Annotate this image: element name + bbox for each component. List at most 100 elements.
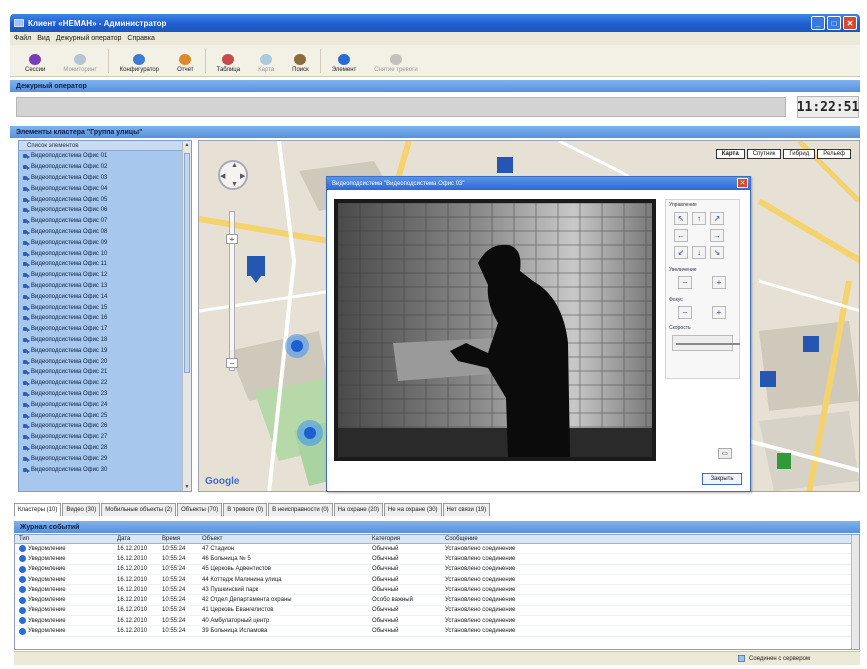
tree-item[interactable]: Видеоподсистема Офис 23 bbox=[19, 389, 191, 400]
toolbar-button-0[interactable]: Сессии bbox=[16, 46, 54, 76]
map-type-button[interactable]: Карта bbox=[715, 149, 745, 159]
map-type-button[interactable]: Гибрид bbox=[783, 149, 816, 159]
video-close-icon[interactable]: ✕ bbox=[737, 178, 748, 188]
menu-help[interactable]: Справка bbox=[127, 35, 154, 42]
menu-duty-operator[interactable]: Дежурный оператор bbox=[56, 35, 122, 42]
ptz-down-right-icon[interactable]: ↘ bbox=[710, 246, 724, 259]
tree-item[interactable]: Видеоподсистема Офис 20 bbox=[19, 356, 191, 367]
ptz-up-icon[interactable]: ↑ bbox=[692, 212, 706, 225]
ptz-down-left-icon[interactable]: ↙ bbox=[674, 246, 688, 259]
table-row[interactable]: Уведомление 16.12.2010 10:55:24 45 Церковь … bbox=[15, 565, 859, 575]
tab-0[interactable]: Кластеры (10) bbox=[14, 503, 62, 516]
toolbar-button-1[interactable]: Мониторинг bbox=[54, 46, 105, 76]
table-row[interactable]: Уведомление 16.12.2010 10:55:24 40 Амбулато… bbox=[15, 616, 859, 627]
tree-item[interactable]: Видеоподсистема Офис 06 bbox=[19, 205, 191, 216]
col-date[interactable]: Дата bbox=[117, 536, 162, 542]
toolbar-button-2[interactable]: Конфигуратор bbox=[111, 46, 168, 76]
col-type[interactable]: Тип bbox=[15, 536, 117, 542]
maximize-button[interactable]: □ bbox=[827, 16, 841, 30]
table-row[interactable]: Уведомление 16.12.2010 10:55:24 44 Коттедж … bbox=[15, 575, 859, 586]
tree-item[interactable]: Видеоподсистема Офис 13 bbox=[19, 281, 191, 292]
tab-7[interactable]: Не на охране (30) bbox=[383, 503, 442, 516]
ptz-up-right-icon[interactable]: ↗ bbox=[710, 212, 724, 225]
col-time[interactable]: Время bbox=[162, 536, 202, 542]
map-type-button[interactable]: Спутник bbox=[746, 149, 782, 159]
speed-slider[interactable] bbox=[672, 335, 740, 351]
tree-item[interactable]: Видеоподсистема Офис 27 bbox=[19, 432, 191, 443]
camera-zoom-in-button[interactable]: + bbox=[712, 276, 726, 289]
focus-plus-button[interactable]: + bbox=[712, 306, 726, 319]
tree-item[interactable]: Видеоподсистема Офис 09 bbox=[19, 237, 191, 248]
ptz-right-icon[interactable]: → bbox=[710, 229, 724, 242]
tree-item[interactable]: Видеоподсистема Офис 04 bbox=[19, 183, 191, 194]
tree-item[interactable]: Видеоподсистема Офис 01 bbox=[19, 151, 191, 162]
table-row[interactable]: Уведомление 16.12.2010 10:55:24 42 Отдел Де… bbox=[15, 595, 859, 606]
zoom-in-icon[interactable]: + bbox=[226, 234, 238, 244]
menu-view[interactable]: Вид bbox=[37, 35, 50, 42]
tab-5[interactable]: В неисправности (0) bbox=[268, 503, 333, 516]
ptz-down-icon[interactable]: ↓ bbox=[692, 246, 706, 259]
col-object[interactable]: Объект bbox=[202, 536, 372, 542]
tree-item[interactable]: Видеоподсистема Офис 03 bbox=[19, 173, 191, 184]
tab-3[interactable]: Объекты (70) bbox=[177, 503, 223, 516]
tree-item[interactable]: Видеоподсистема Офис 07 bbox=[19, 216, 191, 227]
video-close-button[interactable]: Закрыть bbox=[702, 473, 742, 485]
tree-item[interactable]: Видеоподсистема Офис 30 bbox=[19, 464, 191, 475]
table-row[interactable]: Уведомление 16.12.2010 10:55:24 46 Больница… bbox=[15, 554, 859, 565]
toolbar-button-8[interactable]: Снятие тревоги bbox=[365, 46, 426, 76]
tree-item[interactable]: Видеоподсистема Офис 12 bbox=[19, 270, 191, 281]
scroll-down-icon[interactable]: ▼ bbox=[184, 484, 190, 490]
pan-down-icon[interactable]: ▼ bbox=[231, 181, 238, 188]
minimize-button[interactable]: _ bbox=[811, 16, 825, 30]
tree-item[interactable]: Видеоподсистема Офис 17 bbox=[19, 324, 191, 335]
toolbar-button-4[interactable]: Таблица bbox=[208, 46, 250, 76]
table-row[interactable]: Уведомление 16.12.2010 10:55:24 41 Церковь … bbox=[15, 606, 859, 617]
col-category[interactable]: Категория bbox=[372, 536, 445, 542]
menu-file[interactable]: Файл bbox=[14, 35, 31, 42]
tree-item[interactable]: Видеоподсистема Офис 15 bbox=[19, 302, 191, 313]
tree-item[interactable]: Видеоподсистема Офис 16 bbox=[19, 313, 191, 324]
pan-up-icon[interactable]: ▲ bbox=[231, 162, 238, 169]
tree-item[interactable]: Видеоподсистема Офис 22 bbox=[19, 378, 191, 389]
toolbar-button-6[interactable]: Поиск bbox=[283, 46, 318, 76]
tree-item[interactable]: Видеоподсистема Офис 25 bbox=[19, 410, 191, 421]
tree-item[interactable]: Видеоподсистема Офис 05 bbox=[19, 194, 191, 205]
element-tree[interactable]: Список элементов Видеоподсистема Офис 01… bbox=[18, 140, 192, 492]
snapshot-icon[interactable]: ▭ bbox=[718, 448, 732, 459]
map-pan-control[interactable]: ▲ ◀ ▶ ▼ bbox=[218, 160, 248, 190]
tab-8[interactable]: Нет связи (19) bbox=[442, 503, 491, 516]
tree-scrollbar[interactable]: ▲ ▼ bbox=[182, 141, 191, 491]
pan-left-icon[interactable]: ◀ bbox=[220, 172, 225, 180]
tree-item[interactable]: Видеоподсистема Офис 28 bbox=[19, 443, 191, 454]
pan-right-icon[interactable]: ▶ bbox=[240, 172, 245, 180]
table-row[interactable]: Уведомление 16.12.2010 10:55:24 39 Больница… bbox=[15, 626, 859, 637]
tree-item[interactable]: Видеоподсистема Офис 14 bbox=[19, 291, 191, 302]
toolbar-button-3[interactable]: Отчет bbox=[168, 46, 202, 76]
tree-item[interactable]: Видеоподсистема Офис 26 bbox=[19, 421, 191, 432]
ptz-left-icon[interactable]: ← bbox=[674, 229, 688, 242]
toolbar-button-7[interactable]: Элемент bbox=[323, 46, 365, 76]
tab-1[interactable]: Видео (30) bbox=[62, 503, 101, 516]
tree-item[interactable]: Видеоподсистема Офис 02 bbox=[19, 162, 191, 173]
tab-4[interactable]: В тревоге (0) bbox=[223, 503, 268, 516]
map-type-button[interactable]: Рельеф bbox=[817, 149, 851, 159]
table-row[interactable]: Уведомление 16.12.2010 10:55:24 43 Пушкинск… bbox=[15, 585, 859, 596]
tab-6[interactable]: На охране (20) bbox=[333, 503, 383, 516]
tree-item[interactable]: Видеоподсистема Офис 11 bbox=[19, 259, 191, 270]
scroll-up-icon[interactable]: ▲ bbox=[184, 142, 190, 148]
camera-zoom-out-button[interactable]: − bbox=[678, 276, 692, 289]
tree-item[interactable]: Видеоподсистема Офис 10 bbox=[19, 248, 191, 259]
focus-minus-button[interactable]: − bbox=[678, 306, 692, 319]
journal-scrollbar[interactable] bbox=[851, 535, 859, 649]
zoom-out-icon[interactable]: − bbox=[226, 358, 238, 368]
tree-item[interactable]: Видеоподсистема Офис 08 bbox=[19, 227, 191, 238]
close-window-button[interactable]: ✕ bbox=[843, 16, 857, 30]
toolbar-button-5[interactable]: Карта bbox=[249, 46, 283, 76]
col-message[interactable]: Сообщение bbox=[445, 536, 859, 542]
tree-item[interactable]: Видеоподсистема Офис 29 bbox=[19, 453, 191, 464]
tree-item[interactable]: Видеоподсистема Офис 24 bbox=[19, 399, 191, 410]
table-row[interactable]: Уведомление 16.12.2010 10:55:24 47 Стадион О… bbox=[15, 544, 859, 555]
tab-2[interactable]: Мобильные объекты (2) bbox=[101, 503, 177, 516]
tree-item[interactable]: Видеоподсистема Офис 21 bbox=[19, 367, 191, 378]
tree-item[interactable]: Видеоподсистема Офис 18 bbox=[19, 335, 191, 346]
